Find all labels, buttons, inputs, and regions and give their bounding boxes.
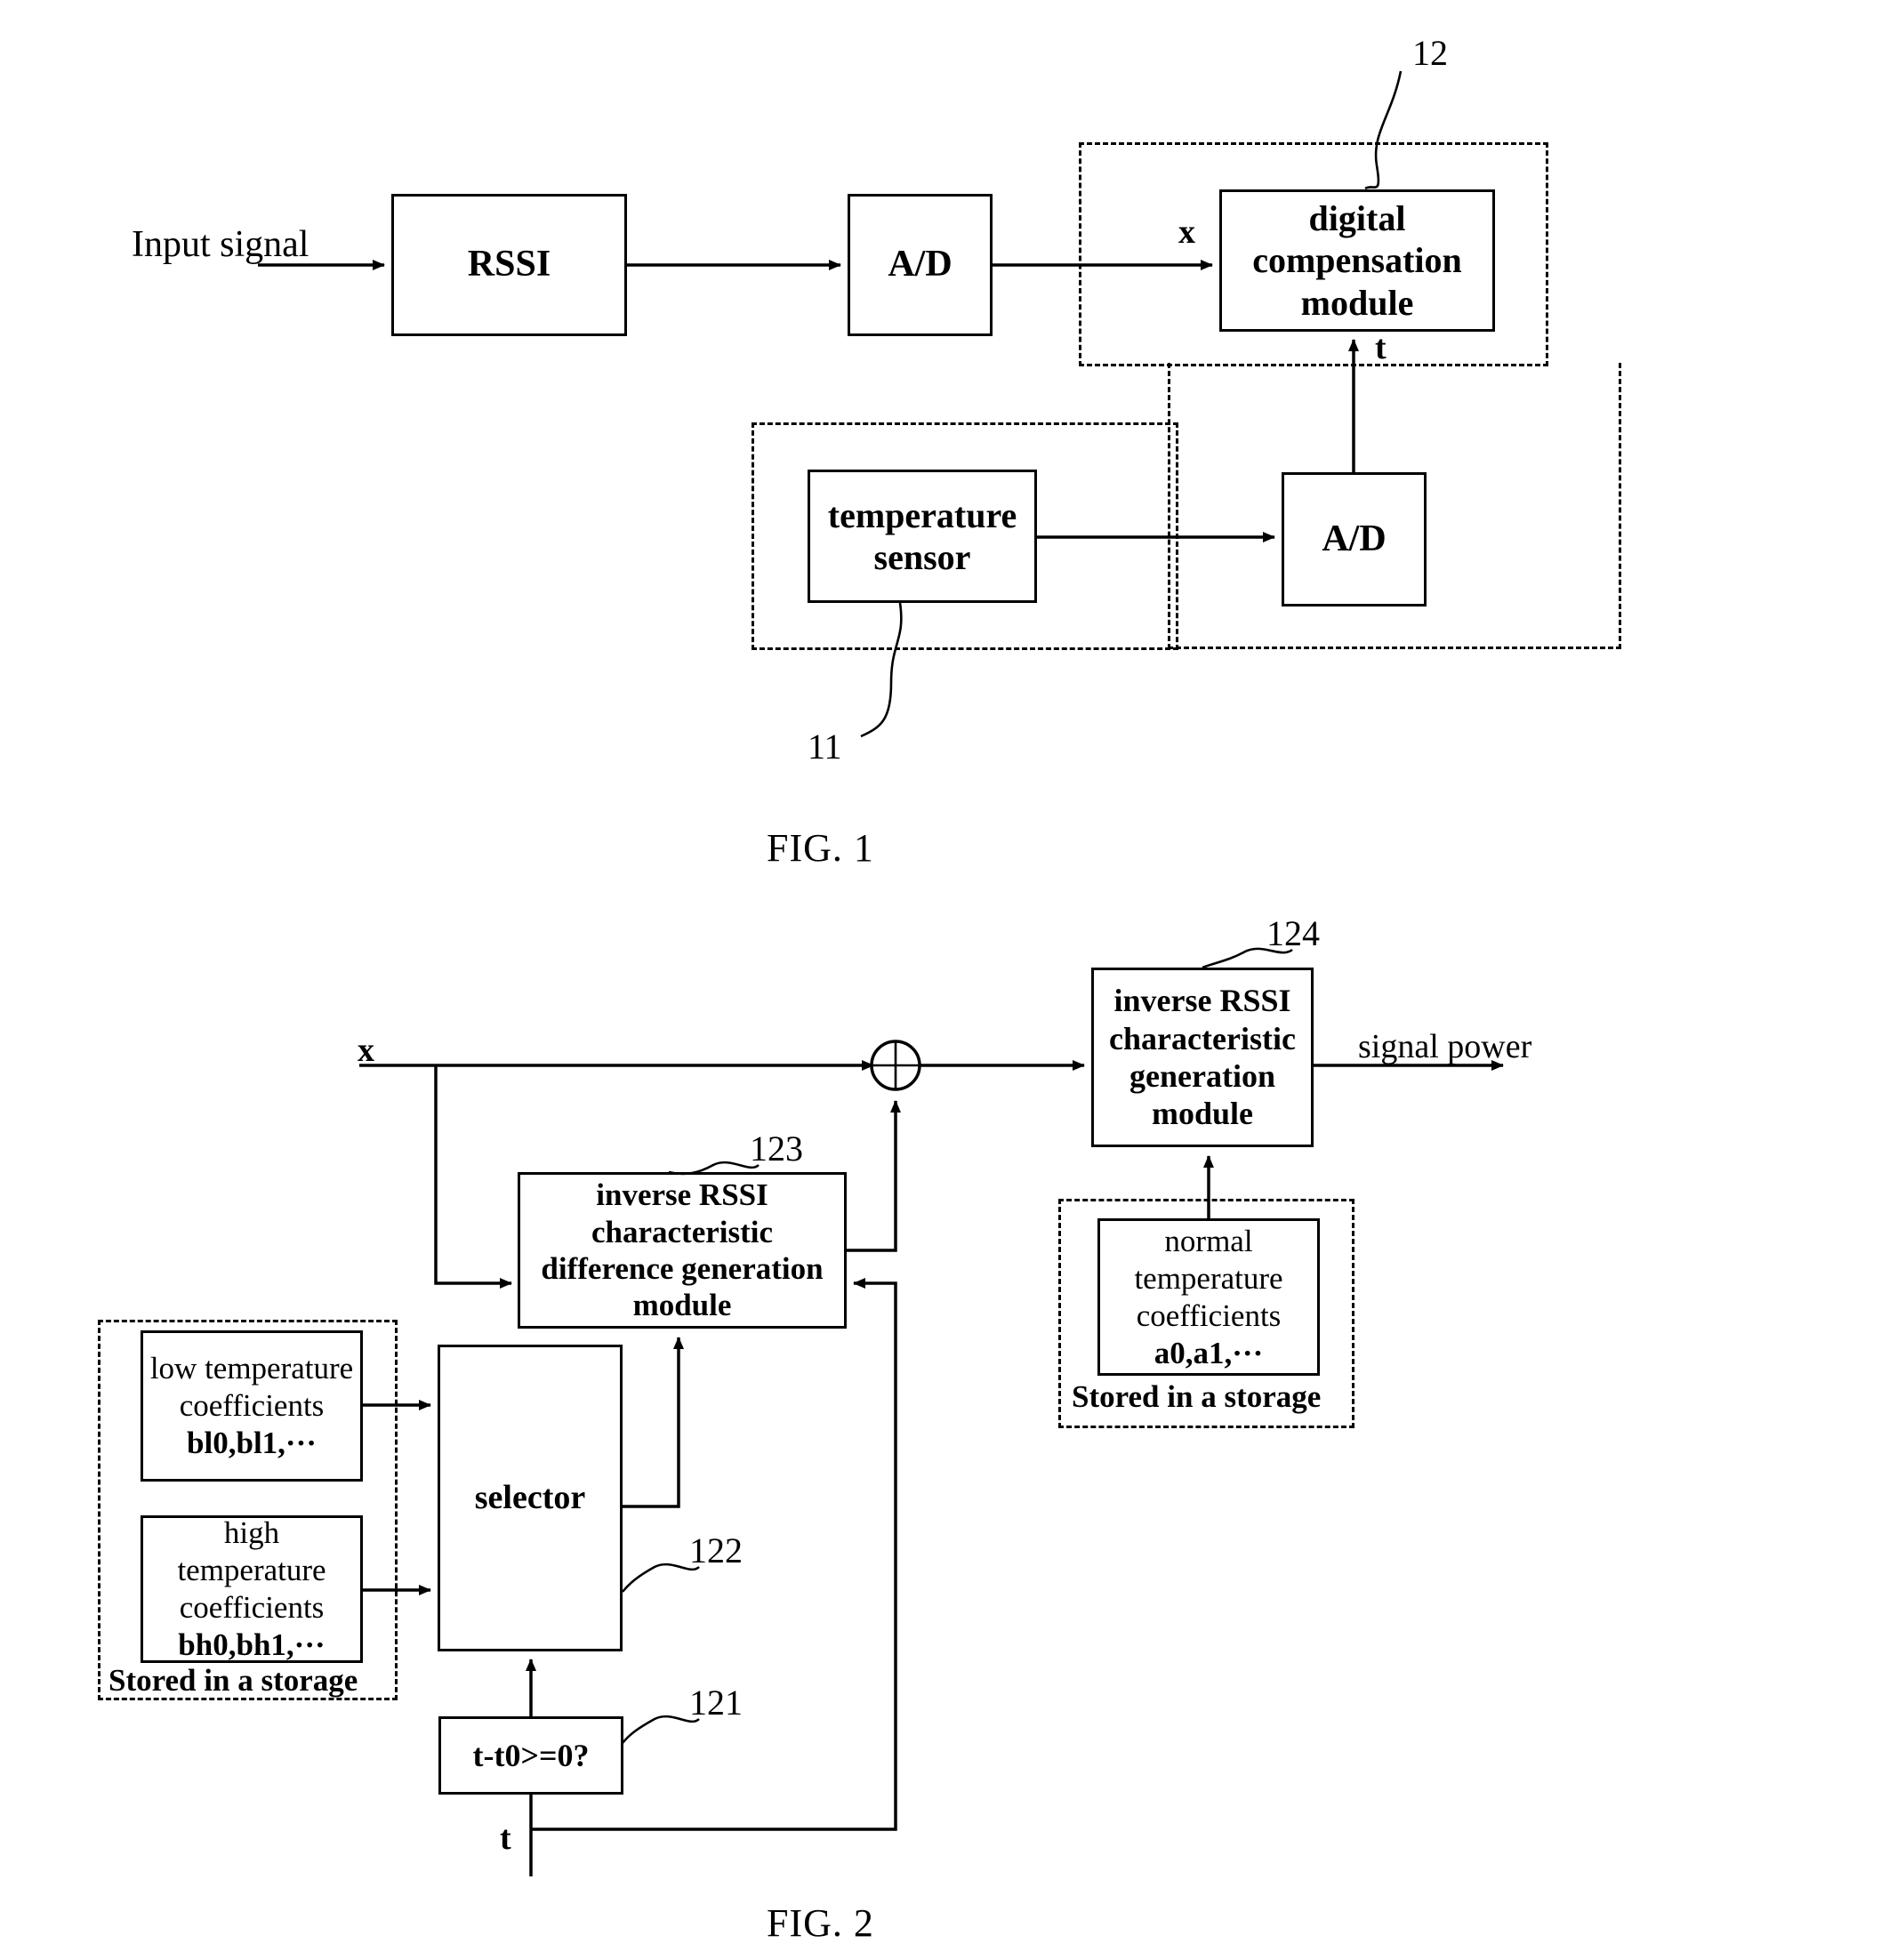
fig2-left-stored-in-a-storage-label: Stored in a storage [109, 1663, 358, 1698]
fig2-block-normal-temperature-coefficients: normal temperature coefficients a0,a1,··… [1097, 1218, 1320, 1376]
fig1-block-digital-compensation-module-label: digital compensation module [1252, 198, 1462, 323]
fig1-block-digital-compensation-module: digital compensation module [1219, 189, 1495, 332]
fig2-block-inverse-rssi-generation-module: inverse RSSI characteristic generation m… [1091, 968, 1314, 1147]
fig1-reference-numeral-12: 12 [1412, 33, 1448, 73]
fig2-leader-line-122 [621, 1562, 700, 1593]
fig2-block-inverse-rssi-difference-module: inverse RSSI characteristic difference g… [518, 1172, 847, 1329]
fig1-block-ad-2: A/D [1282, 472, 1427, 606]
fig2-right-stored-in-a-storage-label: Stored in a storage [1072, 1379, 1322, 1414]
fig1-block-rssi-label: RSSI [467, 244, 551, 285]
fig2-arrow-difference-to-adder [847, 1100, 901, 1252]
fig1-block-temperature-sensor: temperature sensor [808, 470, 1037, 603]
fig1-block-ad-1-label: A/D [888, 244, 953, 285]
fig2-reference-numeral-124: 124 [1266, 913, 1320, 953]
fig2-block-comparator-label: t-t0>=0? [472, 1737, 590, 1773]
fig1-reference-numeral-11: 11 [808, 727, 842, 767]
fig2-low-coefficients-values: bl0,bl1,··· [187, 1426, 317, 1460]
fig2-caption: FIG. 2 [767, 1901, 874, 1945]
fig2-signal-power-label: signal power [1358, 1028, 1532, 1065]
fig2-high-coefficients-title: high temperature coefficients [177, 1515, 326, 1625]
fig1-signal-t-label: t [1375, 329, 1387, 366]
fig1-input-signal-label: Input signal [132, 224, 309, 265]
patent-figure-page: RSSI A/D digital compensation module tem… [0, 0, 1881, 1960]
fig2-signal-t-label: t [500, 1819, 511, 1857]
fig2-block-selector: selector [438, 1345, 623, 1651]
fig1-block-temperature-sensor-label: temperature sensor [827, 494, 1017, 577]
fig2-arrow-selector-to-difference-module [623, 1337, 684, 1508]
fig2-block-low-temperature-coefficients: low temperature coefficients bl0,bl1,··· [141, 1330, 363, 1482]
fig2-block-selector-label: selector [474, 1479, 586, 1517]
fig2-low-coefficients-title: low temperature coefficients [149, 1351, 354, 1423]
fig2-normal-coefficients-title: normal temperature coefficients [1134, 1223, 1283, 1333]
fig1-block-rssi: RSSI [391, 194, 627, 336]
fig2-block-inverse-rssi-difference-module-label: inverse RSSI characteristic difference g… [541, 1177, 824, 1323]
fig2-signal-x-label: x [358, 1032, 374, 1069]
fig2-normal-coefficients-values: a0,a1,··· [1154, 1335, 1264, 1370]
fig1-block-ad-2-label: A/D [1322, 518, 1387, 559]
fig2-reference-numeral-123: 123 [750, 1129, 803, 1169]
fig2-block-high-temperature-coefficients: high temperature coefficients bh0,bh1,··… [141, 1515, 363, 1663]
fig1-signal-x-label: x [1178, 213, 1195, 251]
fig1-caption: FIG. 1 [767, 826, 874, 870]
fig2-block-inverse-rssi-generation-module-label: inverse RSSI characteristic generation m… [1109, 983, 1296, 1132]
fig2-reference-numeral-121: 121 [689, 1683, 743, 1723]
fig2-leader-line-121 [621, 1715, 700, 1744]
fig2-reference-numeral-122: 122 [689, 1530, 743, 1570]
fig2-high-coefficients-values: bh0,bh1,··· [178, 1627, 326, 1662]
fig2-adder-circle [870, 1040, 921, 1091]
fig1-block-ad-1: A/D [848, 194, 993, 336]
fig2-block-comparator: t-t0>=0? [438, 1716, 623, 1795]
fig2-branch-x-to-difference-module [434, 1065, 512, 1289]
